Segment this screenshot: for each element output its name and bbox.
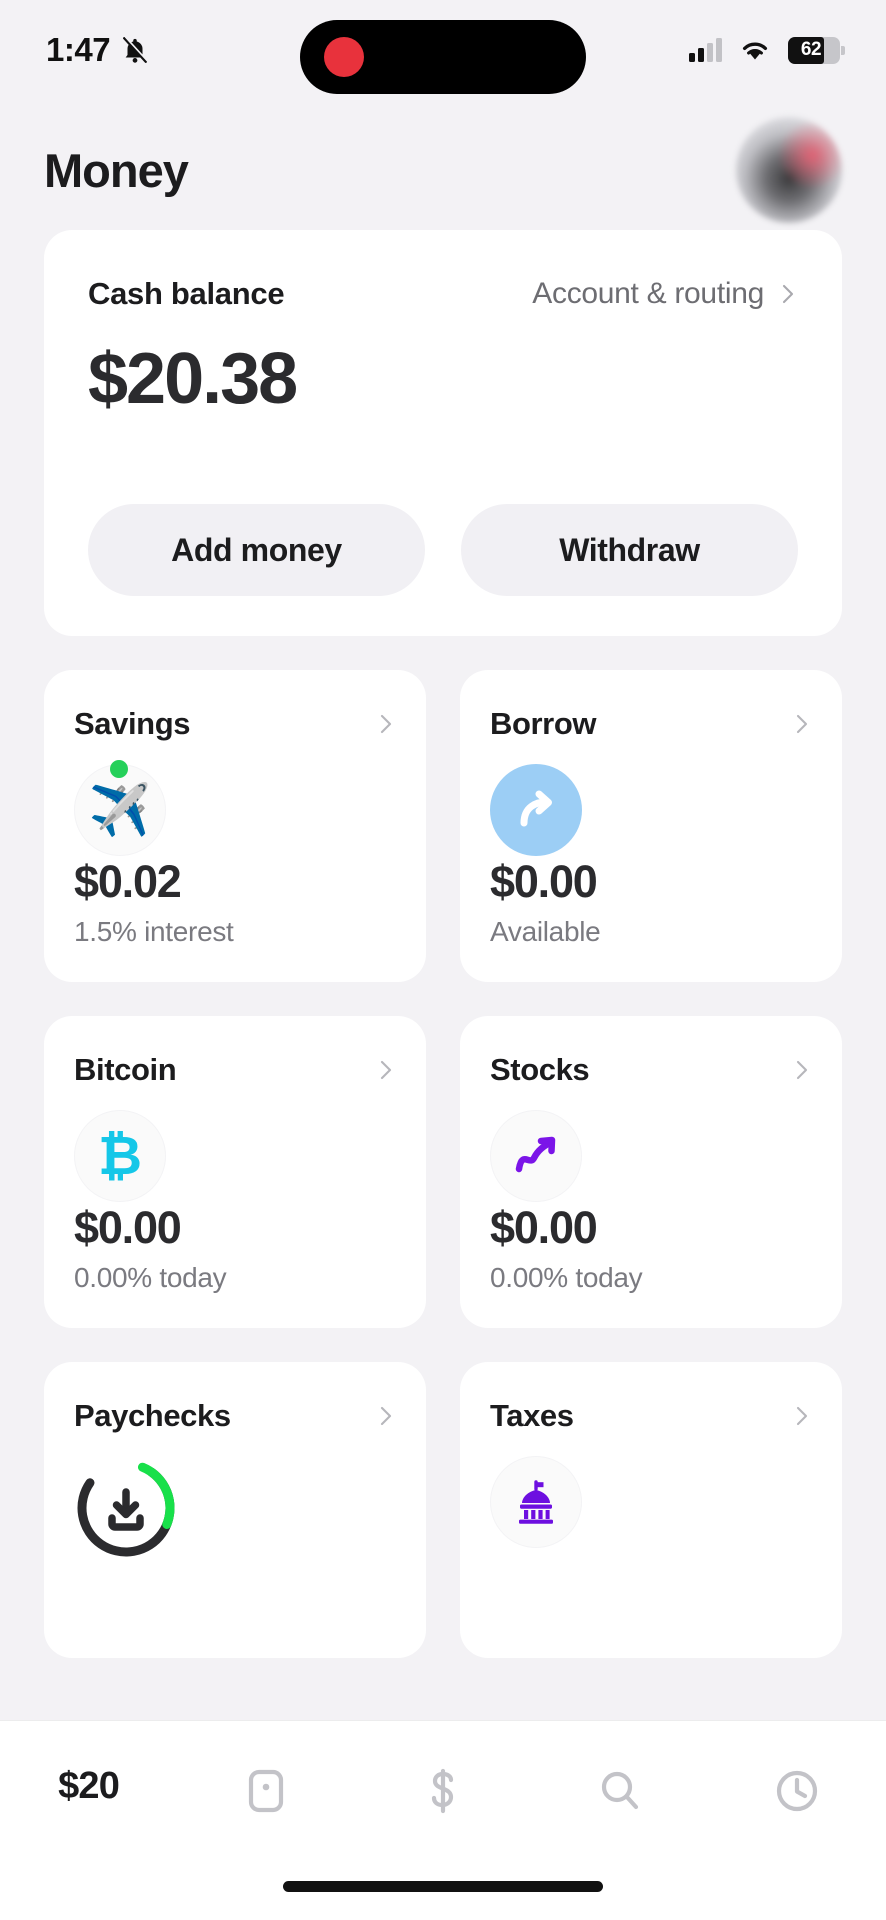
bitcoin-icon: ₿: [74, 1110, 166, 1202]
chevron-right-icon: [796, 714, 808, 734]
account-routing-button[interactable]: Account & routing: [532, 277, 798, 311]
account-routing-label: Account & routing: [532, 277, 764, 310]
tab-money[interactable]: $20: [0, 1765, 177, 1808]
page-title: Money: [44, 143, 189, 197]
bitcoin-icon-wrap: ₿: [74, 1110, 396, 1202]
accounts-grid-left: Savings ✈️ $0.02 1.5% interest Bitcoin ₿…: [44, 670, 426, 1658]
app-screen: 1:47 62 Money Cash balance Account & rou…: [0, 0, 886, 1920]
status-bar-right: 62: [689, 36, 845, 64]
curved-arrow-icon: [490, 764, 582, 856]
taxes-title: Taxes: [490, 1398, 574, 1433]
borrow-amount: $0.00: [490, 856, 598, 907]
chevron-right-icon: [380, 714, 392, 734]
bell-slash-icon: [123, 36, 149, 63]
tab-money-label: $20: [58, 1765, 120, 1807]
accounts-grid-right: Borrow $0.00 Available Stocks $0.00 0.00…: [460, 670, 842, 1658]
paychecks-card[interactable]: Paychecks: [44, 1362, 426, 1658]
stocks-icon-wrap: [490, 1110, 812, 1202]
paychecks-icon-wrap: [74, 1456, 396, 1565]
bitcoin-subtitle: 0.00% today: [74, 1262, 227, 1293]
dynamic-island: [300, 20, 586, 94]
status-bar: 1:47 62: [0, 0, 886, 100]
content-scroll[interactable]: Cash balance Account & routing $20.38 Ad…: [0, 230, 886, 1658]
status-bar-clock: 1:47: [46, 31, 111, 68]
borrow-card[interactable]: Borrow $0.00 Available: [460, 670, 842, 982]
savings-title: Savings: [74, 706, 191, 741]
savings-card-header: Savings: [74, 706, 396, 742]
tab-activity[interactable]: [709, 1765, 886, 1817]
clock-icon: [777, 1770, 818, 1812]
airplane-glyph: ✈️: [88, 782, 152, 838]
government-building-icon: [490, 1456, 582, 1548]
tab-search[interactable]: [532, 1765, 709, 1817]
avatar[interactable]: [736, 117, 842, 223]
battery-percent: 62: [800, 39, 822, 60]
search-icon: [602, 1771, 639, 1810]
borrow-subtitle: Available: [490, 916, 601, 947]
stocks-subtitle: 0.00% today: [490, 1262, 643, 1293]
airplane-emoji-icon: ✈️: [74, 760, 166, 856]
taxes-icon-wrap: [490, 1456, 812, 1548]
dollar-icon: [431, 1768, 454, 1814]
chevron-right-icon: [380, 1060, 392, 1080]
add-money-button[interactable]: Add money: [88, 504, 425, 596]
savings-status-dot-icon: [110, 760, 128, 778]
chevron-right-icon: [796, 1406, 808, 1426]
stocks-amount: $0.00: [490, 1202, 598, 1253]
stock-trend-icon: [490, 1110, 582, 1202]
bitcoin-title: Bitcoin: [74, 1052, 177, 1087]
bitcoin-card-header: Bitcoin: [74, 1052, 396, 1088]
taxes-card-header: Taxes: [490, 1398, 812, 1434]
bitcoin-amount: $0.00: [74, 1202, 182, 1253]
borrow-card-header: Borrow: [490, 706, 812, 742]
savings-icon-wrap: ✈️: [74, 760, 396, 856]
stocks-card[interactable]: Stocks $0.00 0.00% today: [460, 1016, 842, 1328]
bitcoin-card[interactable]: Bitcoin ₿ $0.00 0.00% today: [44, 1016, 426, 1328]
page-header: Money: [0, 110, 886, 230]
stocks-title: Stocks: [490, 1052, 590, 1087]
chevron-right-icon: [796, 1060, 808, 1080]
savings-amount: $0.02: [74, 856, 182, 907]
stocks-card-header: Stocks: [490, 1052, 812, 1088]
accounts-grid: Savings ✈️ $0.02 1.5% interest Bitcoin ₿…: [44, 670, 842, 1658]
card-icon: [248, 1769, 283, 1813]
tab-card[interactable]: [177, 1765, 354, 1817]
cash-balance-amount: $20.38: [88, 339, 298, 419]
direct-deposit-ring-icon: [74, 1459, 178, 1564]
withdraw-button[interactable]: Withdraw: [461, 504, 798, 596]
savings-card[interactable]: Savings ✈️ $0.02 1.5% interest: [44, 670, 426, 982]
battery-icon: 62: [788, 36, 845, 64]
paychecks-title: Paychecks: [74, 1398, 231, 1433]
chevron-right-icon: [380, 1406, 392, 1426]
cash-balance-actions: Add money Withdraw: [88, 504, 798, 596]
status-bar-left: 1:47: [46, 31, 150, 69]
home-indicator: [283, 1881, 603, 1892]
cellular-signal-icon: [689, 38, 722, 62]
cash-balance-header: Cash balance Account & routing: [88, 276, 798, 312]
bitcoin-glyph: ₿: [97, 1126, 142, 1186]
borrow-title: Borrow: [490, 706, 597, 741]
tab-pay[interactable]: [354, 1765, 531, 1817]
savings-subtitle: 1.5% interest: [74, 916, 234, 947]
chevron-right-icon: [782, 284, 794, 304]
cash-balance-label: Cash balance: [88, 276, 285, 311]
recording-indicator-icon: [324, 37, 364, 77]
cash-balance-card: Cash balance Account & routing $20.38 Ad…: [44, 230, 842, 636]
wifi-icon: [742, 42, 768, 60]
paychecks-card-header: Paychecks: [74, 1398, 396, 1434]
borrow-icon-wrap: [490, 764, 812, 856]
taxes-card[interactable]: Taxes: [460, 1362, 842, 1658]
